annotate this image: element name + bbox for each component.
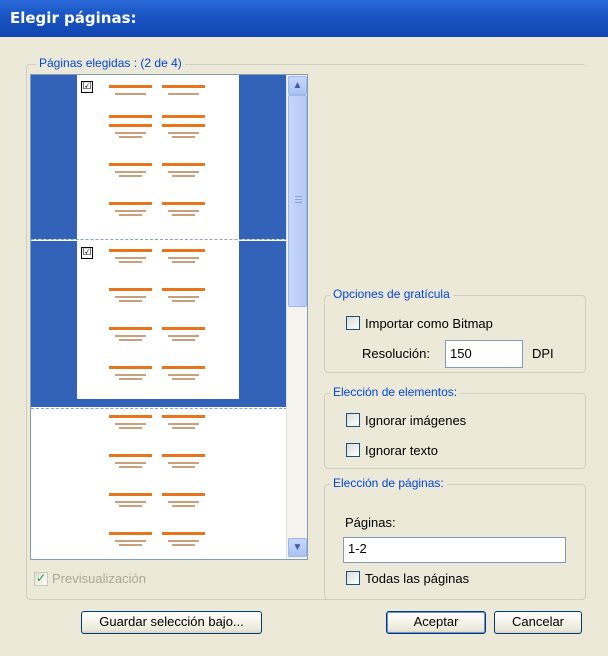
scrollbar-thumb[interactable] — [288, 95, 307, 307]
page-checkbox[interactable]: ☑ — [81, 247, 93, 259]
preview-group-legend: Páginas elegidas : (2 de 4) — [36, 56, 185, 70]
card-column-left — [109, 415, 152, 559]
cancel-button[interactable]: Cancelar — [494, 611, 582, 634]
preview-checkbox[interactable] — [34, 571, 48, 586]
page-checkbox[interactable]: ☑ — [81, 81, 93, 93]
all-pages-checkbox[interactable] — [346, 571, 360, 585]
import-bitmap-label: Importar como Bitmap — [365, 316, 493, 331]
card-column-right — [162, 415, 205, 559]
page-preview-list[interactable]: ☑ ☑ ▲ ▼ — [30, 74, 308, 560]
window-title: Elegir páginas: — [0, 0, 608, 37]
resolution-field[interactable]: 150 — [445, 340, 523, 368]
save-selection-button[interactable]: Guardar selección bajo... — [81, 611, 262, 634]
resolution-unit: DPI — [532, 346, 554, 361]
pages-field[interactable]: 1-2 — [343, 537, 566, 563]
grid-options-legend: Opciones de gratícula — [330, 287, 453, 301]
import-bitmap-checkbox[interactable] — [346, 316, 360, 330]
card-column-left — [109, 249, 152, 405]
element-options-group — [324, 393, 586, 469]
page-paper — [77, 241, 239, 399]
ignore-text-label: Ignorar texto — [365, 443, 438, 458]
card-column-right — [162, 85, 205, 241]
all-pages-label: Todas las páginas — [365, 571, 470, 586]
page-thumbnail-2[interactable]: ☑ — [31, 241, 287, 407]
element-options-legend: Elección de elementos: — [330, 385, 461, 399]
ignore-text-checkbox[interactable] — [346, 443, 360, 457]
page-thumbnail-3[interactable] — [31, 409, 287, 559]
card-column-right — [162, 249, 205, 405]
page-separator — [31, 239, 287, 240]
ignore-images-checkbox[interactable] — [346, 413, 360, 427]
page-options-legend: Elección de páginas: — [330, 476, 447, 490]
page-thumbnail-1[interactable]: ☑ — [31, 75, 287, 239]
pages-label: Páginas: — [345, 515, 396, 530]
preview-scrollbar[interactable]: ▲ ▼ — [286, 75, 307, 559]
resolution-label: Resolución: — [362, 346, 430, 361]
accept-button[interactable]: Aceptar — [386, 611, 486, 634]
card-column-left — [109, 85, 152, 241]
chevron-up-icon[interactable]: ▲ — [288, 76, 307, 95]
ignore-images-label: Ignorar imágenes — [365, 413, 467, 428]
page-paper — [77, 409, 239, 559]
page-paper — [77, 75, 239, 239]
chevron-down-icon[interactable]: ▼ — [288, 538, 307, 557]
preview-checkbox-label: Previsualización — [52, 571, 146, 586]
